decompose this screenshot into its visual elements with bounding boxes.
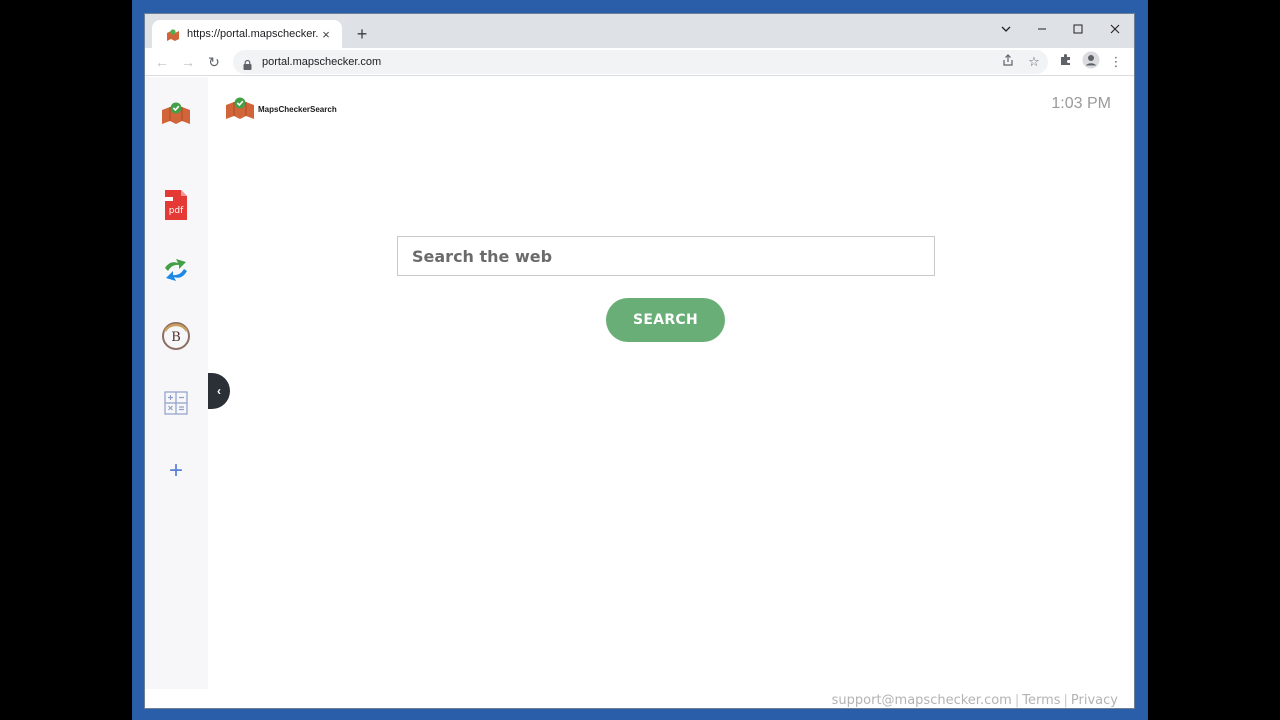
back-button[interactable]: ← xyxy=(151,51,173,73)
arrows-icon[interactable] xyxy=(161,255,191,285)
svg-text:pdf: pdf xyxy=(169,206,184,216)
brand-name: MapsCheckerSearch xyxy=(258,104,337,114)
brand-logo[interactable]: MapsCheckerSearch xyxy=(225,97,337,121)
mapschecker-logo-icon[interactable] xyxy=(161,99,191,129)
tab-title: https://portal.mapschecker.com xyxy=(187,28,318,40)
map-favicon-icon xyxy=(166,28,180,41)
browser-toolbar: ← → ↻ portal.mapschecker.com ☆ ⋮ xyxy=(145,48,1134,76)
tab-search-dropdown-icon[interactable] xyxy=(988,18,1024,42)
bookmark-star-icon[interactable]: ☆ xyxy=(1023,51,1045,73)
privacy-link[interactable]: Privacy xyxy=(1071,693,1118,708)
maximize-button[interactable] xyxy=(1060,18,1096,42)
calculator-icon[interactable] xyxy=(161,388,191,418)
footer: support@mapschecker.com | Terms | Privac… xyxy=(832,693,1118,708)
footer-separator: | xyxy=(1063,693,1068,708)
terms-link[interactable]: Terms xyxy=(1022,693,1060,708)
support-email-link[interactable]: support@mapschecker.com xyxy=(832,693,1012,708)
forward-button[interactable]: → xyxy=(177,51,199,73)
pdf-icon[interactable]: pdf xyxy=(161,190,191,220)
sidebar: pdf B + xyxy=(145,77,208,689)
svg-text:B: B xyxy=(171,330,181,345)
page-content: pdf B + ‹ MapsCheckerSearch 1:03 PM SEAR… xyxy=(145,77,1134,708)
search-button[interactable]: SEARCH xyxy=(606,298,725,342)
lock-icon xyxy=(243,57,252,70)
close-window-button[interactable] xyxy=(1097,18,1133,42)
footer-separator: | xyxy=(1014,693,1020,708)
share-icon[interactable] xyxy=(997,51,1019,73)
reload-button[interactable]: ↻ xyxy=(203,51,225,73)
profile-avatar-icon[interactable] xyxy=(1080,51,1102,73)
map-check-logo-icon xyxy=(226,97,254,119)
sidebar-collapse-button[interactable]: ‹ xyxy=(208,373,230,409)
extensions-puzzle-icon[interactable] xyxy=(1054,51,1076,73)
active-tab[interactable]: https://portal.mapschecker.com × xyxy=(152,20,342,48)
browser-menu-icon[interactable]: ⋮ xyxy=(1105,51,1127,73)
clock: 1:03 PM xyxy=(1051,95,1111,112)
browser-window: https://portal.mapschecker.com × + ← → ↻… xyxy=(145,14,1134,708)
bitcoin-b-icon[interactable]: B xyxy=(161,321,191,351)
new-tab-button[interactable]: + xyxy=(351,23,373,45)
add-icon[interactable]: + xyxy=(161,456,191,486)
search-input[interactable] xyxy=(397,236,935,276)
url-text: portal.mapschecker.com xyxy=(262,56,382,68)
tab-strip: https://portal.mapschecker.com × + xyxy=(145,14,1134,48)
tab-close-icon[interactable]: × xyxy=(318,27,334,42)
address-bar[interactable]: portal.mapschecker.com xyxy=(233,50,1048,74)
minimize-button[interactable] xyxy=(1024,18,1060,42)
